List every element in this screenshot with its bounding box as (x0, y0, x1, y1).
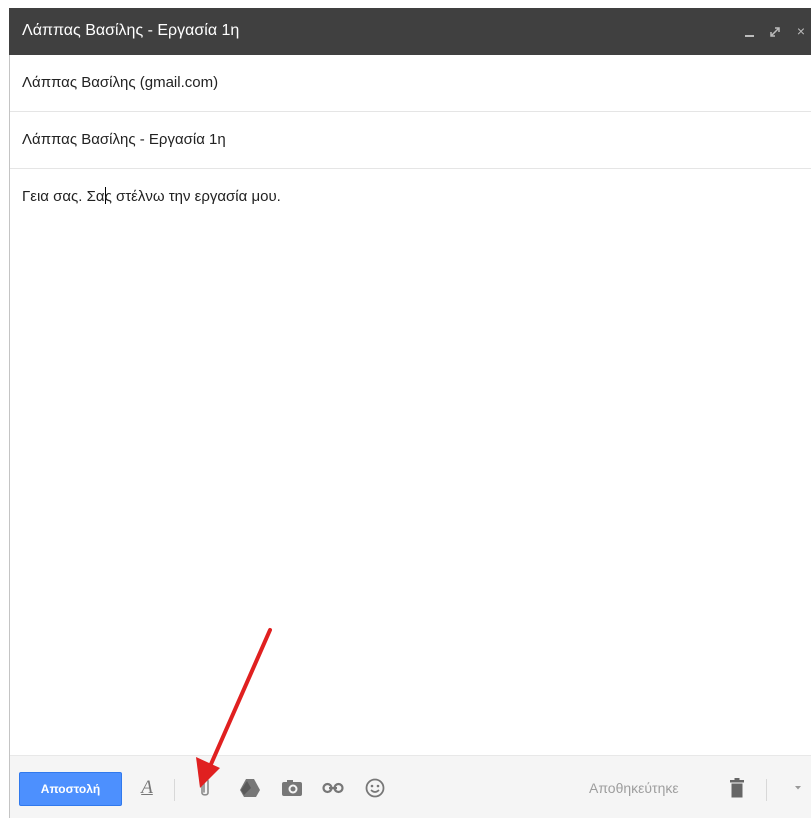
send-button[interactable]: Αποστολή (19, 772, 122, 806)
subject-value: Λάππας Βασίλης - Εργασία 1η (22, 131, 226, 148)
link-icon[interactable] (320, 774, 346, 802)
message-body[interactable]: Γεια σας. Σας στέλνω την εργασία μου. (10, 169, 811, 747)
message-text: Γεια σας. Σας στέλνω την εργασία μου. (22, 187, 281, 205)
popout-icon[interactable] (768, 25, 784, 39)
window-controls: × (743, 8, 809, 55)
attach-icon[interactable] (192, 774, 218, 802)
recipients-field[interactable]: Λάππας Βασίλης (gmail.com) (10, 55, 811, 112)
chevron-down-icon[interactable] (785, 774, 811, 802)
saved-status: Αποθηκεύτηκε (589, 780, 679, 796)
compose-toolbar: Αποστολή A Αποθηκεύτηκε (10, 755, 811, 818)
trash-icon[interactable] (724, 774, 750, 802)
compose-window: Λάππας Βασίλης - Εργασία 1η × Λάππας Βασ… (0, 0, 811, 818)
emoji-icon[interactable] (362, 774, 388, 802)
compose-title: Λάππας Βασίλης - Εργασία 1η (22, 22, 240, 39)
compose-titlebar[interactable]: Λάππας Βασίλης - Εργασία 1η × (9, 8, 811, 55)
message-text-before-cursor: Γεια σας. Σα (22, 188, 105, 205)
toolbar-separator (766, 779, 767, 801)
drive-icon[interactable] (237, 774, 263, 802)
message-text-after-cursor: ς στέλνω την εργασία μου. (104, 188, 281, 205)
close-icon[interactable]: × (793, 8, 809, 55)
formatting-options-button[interactable]: A (134, 774, 160, 802)
minimize-icon[interactable] (743, 25, 759, 39)
compose-frame: Λάππας Βασίλης (gmail.com) Λάππας Βασίλη… (9, 55, 811, 818)
recipients-value: Λάππας Βασίλης (gmail.com) (22, 74, 219, 91)
toolbar-separator (174, 779, 175, 801)
subject-field[interactable]: Λάππας Βασίλης - Εργασία 1η (10, 112, 811, 169)
photo-icon[interactable] (279, 774, 305, 802)
